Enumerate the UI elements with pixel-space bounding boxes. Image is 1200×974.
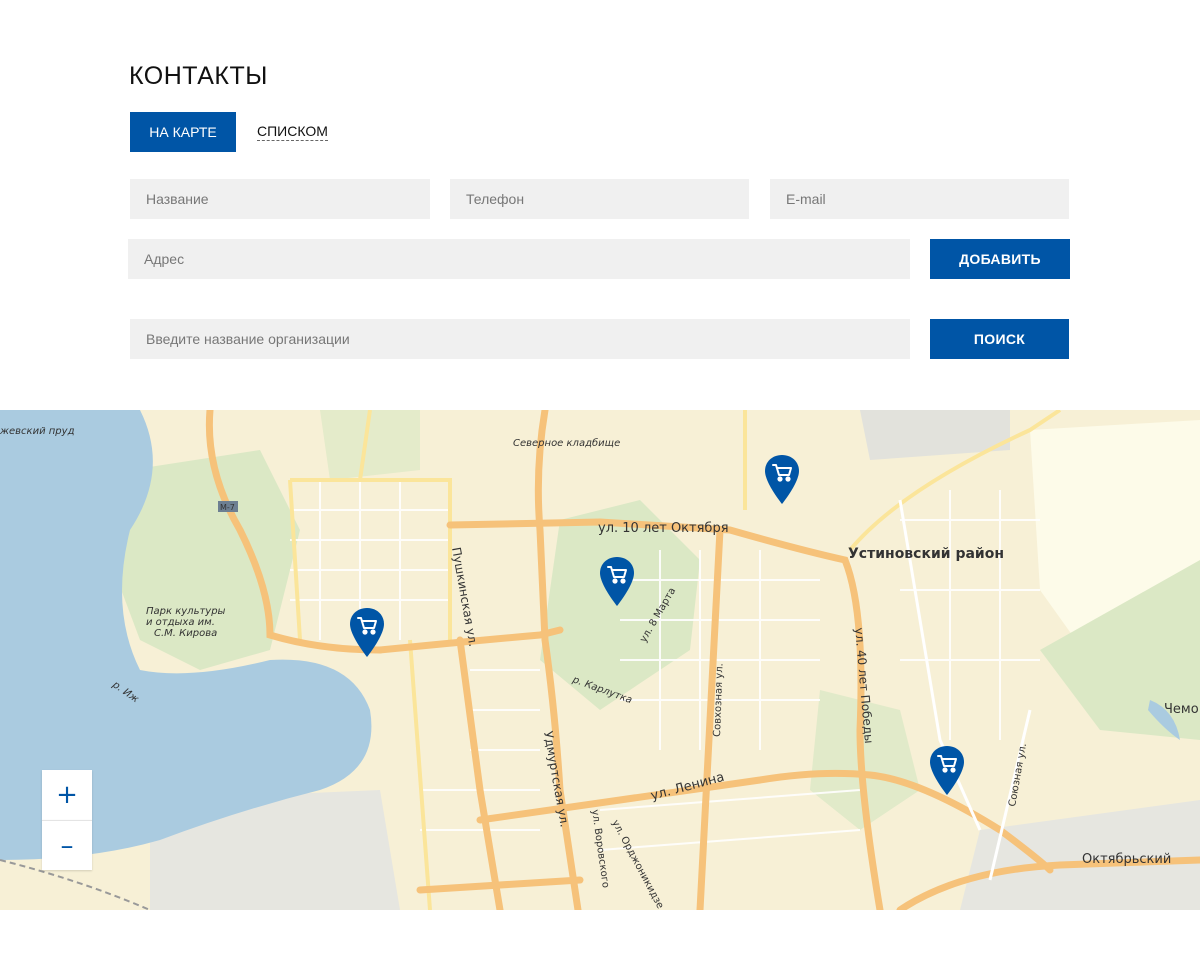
store-marker[interactable] — [599, 556, 635, 608]
chemo-label: Чемо — [1164, 702, 1199, 717]
store-marker[interactable] — [764, 454, 800, 506]
park-label-2: и отдыха им. — [146, 617, 215, 628]
map[interactable]: жевский пруд Северное кладбище М-7 ул. 1… — [0, 410, 1200, 910]
zoom-out-button[interactable]: – — [42, 820, 92, 870]
store-marker[interactable] — [929, 745, 965, 797]
search-input[interactable] — [130, 319, 910, 359]
highway-label: М-7 — [220, 503, 235, 512]
search-button[interactable]: ПОИСК — [930, 319, 1069, 359]
page-title: КОНТАКТЫ — [129, 62, 268, 90]
pond-label: жевский пруд — [0, 426, 75, 437]
cemetery-label: Северное кладбище — [513, 437, 620, 449]
park-label-1: Парк культуры — [146, 606, 226, 617]
district-label: Устиновский район — [848, 546, 1004, 562]
oktyabrsky-label: Октябрьский — [1082, 852, 1171, 867]
tab-list[interactable]: СПИСКОМ — [257, 123, 328, 141]
email-field[interactable] — [770, 179, 1069, 219]
zoom-in-button[interactable]: + — [42, 770, 92, 820]
add-button[interactable]: ДОБАВИТЬ — [930, 239, 1070, 279]
october-street-label: ул. 10 лет Октября — [598, 521, 729, 536]
map-canvas: жевский пруд Северное кладбище М-7 ул. 1… — [0, 410, 1200, 910]
store-marker[interactable] — [349, 607, 385, 659]
park-label-3: С.М. Кирова — [154, 628, 217, 639]
address-field[interactable] — [128, 239, 910, 279]
phone-field[interactable] — [450, 179, 749, 219]
name-field[interactable] — [130, 179, 430, 219]
tab-map[interactable]: НА КАРТЕ — [130, 112, 236, 152]
